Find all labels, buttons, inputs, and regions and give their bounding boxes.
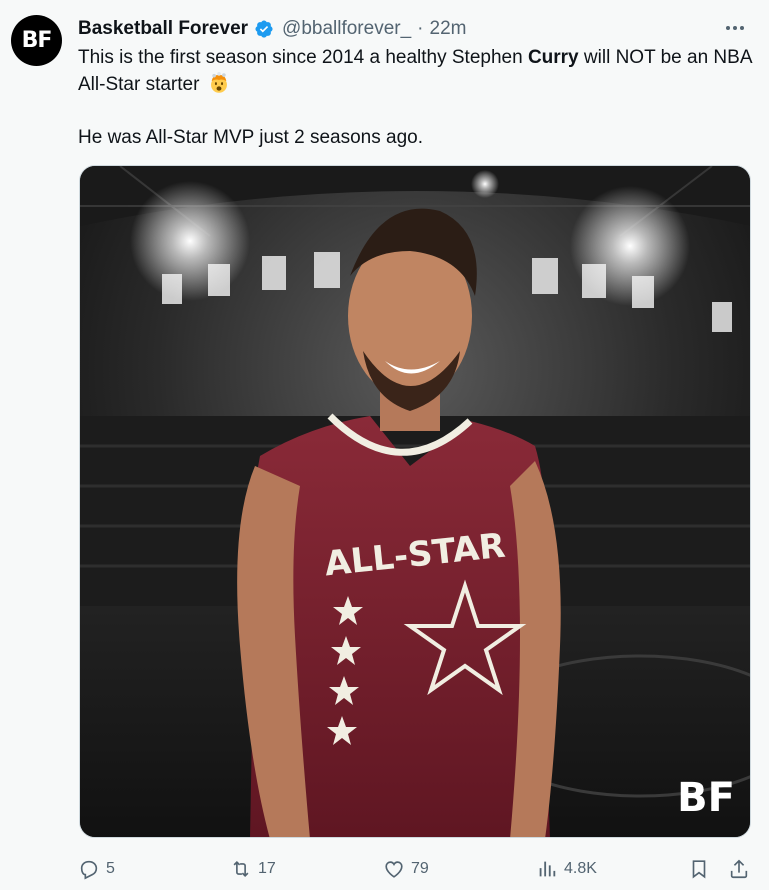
reply-icon	[80, 860, 98, 880]
bookmark-icon	[692, 860, 706, 879]
media-illustration: ALL-STAR BF	[80, 166, 750, 837]
verified-badge-icon	[255, 20, 273, 38]
like-button[interactable]: 79	[383, 852, 429, 886]
tweet-header: Basketball Forever @bballforever_ · 22m	[78, 17, 466, 41]
more-dot	[726, 26, 730, 30]
heart-icon	[385, 861, 403, 878]
author-name[interactable]: Basketball Forever	[78, 18, 248, 40]
tweet-text: This is the first season since 2014 a he…	[78, 44, 758, 151]
action-bar: 5 17 79 4.8K	[78, 852, 754, 886]
timestamp[interactable]: 22m	[430, 18, 467, 40]
avatar-logo: BF	[21, 28, 53, 53]
tweet-paragraph-1: This is the first season since 2014 a he…	[78, 44, 758, 98]
more-dot	[740, 26, 744, 30]
repost-count: 17	[258, 860, 276, 877]
tweet-text-part: This is the first season since 2014 a he…	[78, 47, 528, 68]
tweet-media-image[interactable]: ALL-STAR BF	[79, 165, 751, 838]
view-count: 4.8K	[564, 860, 597, 877]
reply-count: 5	[106, 860, 115, 877]
exploding-head-emoji-icon	[210, 72, 227, 93]
author-handle[interactable]: @bballforever_	[282, 18, 411, 40]
repost-button[interactable]: 17	[230, 852, 276, 886]
share-button[interactable]	[728, 852, 750, 886]
tweet[interactable]: BF Basketball Forever @bballforever_ · 2…	[0, 0, 769, 890]
analytics-icon	[539, 861, 556, 877]
bookmark-button[interactable]	[688, 852, 710, 886]
reply-button[interactable]: 5	[78, 852, 115, 886]
avatar[interactable]: BF	[11, 15, 62, 66]
more-dot	[733, 26, 737, 30]
watermark-logo: BF	[677, 775, 735, 821]
views-button[interactable]: 4.8K	[536, 852, 597, 886]
like-count: 79	[411, 860, 429, 877]
share-icon	[730, 859, 748, 879]
repost-icon	[233, 860, 249, 878]
tweet-text-bold: Curry	[527, 47, 579, 68]
more-options-button[interactable]	[721, 18, 749, 38]
separator-dot: ·	[417, 18, 424, 39]
tweet-paragraph-2: He was All-Star MVP just 2 seasons ago.	[78, 127, 423, 148]
